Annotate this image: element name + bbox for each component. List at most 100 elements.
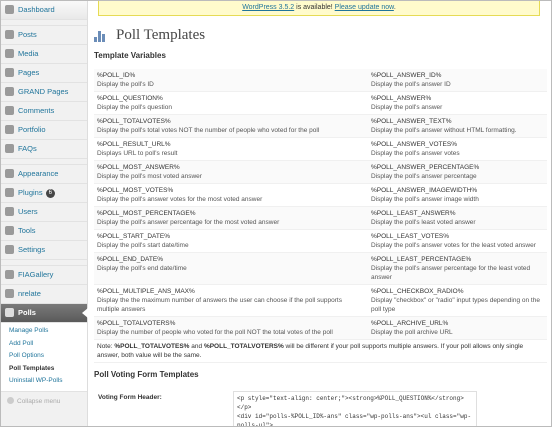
variable-cell: %POLL_LEAST_ANSWER% Display the poll's le…: [368, 206, 547, 230]
variable-description: Display the poll's start date/time: [97, 242, 189, 249]
variable-cell: %POLL_START_DATE% Display the poll's star…: [94, 229, 368, 253]
admin-sidebar: Dashboard Posts Media Pages GRAND Pages …: [1, 1, 88, 426]
variable-cell: %POLL_LEAST_PERCENTAGE% Display the poll'…: [368, 252, 547, 285]
dashboard-icon: [5, 5, 14, 14]
submenu-manage-polls[interactable]: Manage Polls: [1, 325, 87, 338]
table-row: %POLL_TOTALVOTERS% Display the number of …: [94, 316, 547, 340]
submenu-uninstall-wp-polls[interactable]: Uninstall WP-Polls: [1, 375, 87, 388]
variable-name: %POLL_MOST_ANSWER%: [97, 164, 180, 171]
sidebar-item-label: Comments: [18, 106, 55, 115]
sidebar-item-label: Tools: [18, 226, 36, 235]
variable-cell: %POLL_ANSWER_PERCENTAGE% Display the poll…: [368, 160, 547, 184]
variable-name: %POLL_ANSWER_IMAGEWIDTH%: [371, 187, 478, 194]
tools-icon: [5, 226, 14, 235]
table-row: %POLL_MOST_ANSWER% Display the poll's mos…: [94, 160, 547, 184]
voting-form-header-textarea[interactable]: <p style="text-align: center;"><strong>%…: [233, 391, 477, 426]
variable-description: Display the poll's end date/time: [97, 265, 187, 272]
variable-name: %POLL_TOTALVOTES%: [97, 118, 171, 125]
sidebar-item-grand-pages[interactable]: GRAND Pages: [1, 83, 87, 102]
template-variables-table: %POLL_ID% Display the poll's ID %POLL_ANSW…: [94, 69, 547, 363]
table-row: %POLL_TOTALVOTES% Display the poll's tota…: [94, 114, 547, 138]
update-now-link[interactable]: Please update now: [335, 4, 394, 11]
variable-cell: %POLL_LEAST_VOTES% Display the poll's ans…: [368, 229, 547, 253]
note-variable: %POLL_TOTALVOTES%: [114, 343, 190, 350]
variable-name: %POLL_END_DATE%: [97, 256, 163, 263]
sidebar-item-label: Posts: [18, 30, 37, 39]
sidebar-item-nrelate[interactable]: nrelate: [1, 285, 87, 304]
portfolio-icon: [5, 125, 14, 134]
page-title-text: Poll Templates: [116, 27, 206, 43]
sidebar-item-users[interactable]: Users: [1, 203, 87, 222]
sidebar-item-posts[interactable]: Posts: [1, 26, 87, 45]
variable-name: %POLL_ANSWER%: [371, 95, 432, 102]
collapse-menu-button[interactable]: Collapse menu: [1, 395, 87, 409]
variable-name: %POLL_ANSWER_VOTES%: [371, 141, 457, 148]
fiagallery-icon: [5, 270, 14, 279]
submenu-poll-options[interactable]: Poll Options: [1, 350, 87, 363]
note-variable: %POLL_TOTALVOTERS%: [203, 343, 284, 350]
submenu-add-poll[interactable]: Add Poll: [1, 338, 87, 351]
section-heading-voting-form: Poll Voting Form Templates: [94, 370, 199, 379]
wordpress-version-link[interactable]: WordPress 3.5.2: [242, 4, 294, 11]
update-count-badge: 6: [45, 188, 55, 198]
variable-cell: %POLL_ANSWER_VOTES% Display the poll's an…: [368, 137, 547, 161]
variable-cell: %POLL_ARCHIVE_URL% Display the poll archi…: [368, 316, 547, 340]
variable-description: Display "checkbox" or "radio" input type…: [371, 297, 540, 313]
variable-description: Display the poll's ID: [97, 81, 154, 88]
variable-name: %POLL_LEAST_PERCENTAGE%: [371, 256, 472, 263]
poll-chart-icon: [94, 30, 108, 42]
posts-icon: [5, 30, 14, 39]
sidebar-item-dashboard[interactable]: Dashboard: [1, 1, 87, 20]
sidebar-item-label: Portfolio: [18, 125, 46, 134]
sidebar-item-appearance[interactable]: Appearance: [1, 165, 87, 184]
appearance-icon: [5, 169, 14, 178]
variable-description: Displays URL to poll's result: [97, 150, 178, 157]
variables-note: Note: %POLL_TOTALVOTES% and %POLL_TOTALV…: [94, 339, 547, 363]
sidebar-item-comments[interactable]: Comments: [1, 102, 87, 121]
variable-description: Display the poll's answer votes: [371, 150, 460, 157]
sidebar-item-media[interactable]: Media: [1, 45, 87, 64]
sidebar-item-portfolio[interactable]: Portfolio: [1, 121, 87, 140]
sidebar-item-label: Plugins: [18, 188, 43, 197]
plugins-icon: [5, 188, 14, 197]
variable-cell: %POLL_ANSWER_ID% Display the poll's answe…: [368, 69, 547, 92]
comments-icon: [5, 106, 14, 115]
sidebar-item-label: Polls: [18, 308, 36, 317]
variable-description: Display the poll's answer image width: [371, 196, 479, 203]
variable-name: %POLL_LEAST_ANSWER%: [371, 210, 456, 217]
sidebar-item-label: Dashboard: [18, 5, 55, 14]
sidebar-item-tools[interactable]: Tools: [1, 222, 87, 241]
variable-cell: %POLL_TOTALVOTERS% Display the number of …: [94, 316, 368, 340]
sidebar-item-label: Media: [18, 49, 39, 58]
variable-cell: %POLL_QUESTION% Display the poll's questi…: [94, 91, 368, 115]
variable-description: Display the poll's answer votes for the …: [97, 196, 263, 203]
variable-cell: %POLL_ANSWER_TEXT% Display the poll's ans…: [368, 114, 547, 138]
variable-name: %POLL_ARCHIVE_URL%: [371, 320, 449, 327]
collapse-menu-label: Collapse menu: [17, 397, 61, 405]
faqs-icon: [5, 144, 14, 153]
sidebar-item-pages[interactable]: Pages: [1, 64, 87, 83]
section-heading-template-variables: Template Variables: [94, 51, 166, 60]
sidebar-item-label: Settings: [18, 245, 46, 254]
sidebar-item-plugins[interactable]: Plugins 6: [1, 184, 87, 203]
sidebar-item-fiagallery[interactable]: FIAGallery: [1, 266, 87, 285]
variable-name: %POLL_ANSWER_TEXT%: [371, 118, 452, 125]
sidebar-item-label: GRAND Pages: [18, 87, 69, 96]
variable-description: Display the poll's answer: [371, 104, 443, 111]
sidebar-item-faqs[interactable]: FAQs: [1, 140, 87, 159]
sidebar-item-label: FAQs: [18, 144, 37, 153]
variable-name: %POLL_ID%: [97, 72, 136, 79]
update-notice: WordPress 3.5.2 is available! Please upd…: [98, 1, 540, 16]
table-row: %POLL_MOST_PERCENTAGE% Display the poll's…: [94, 206, 547, 230]
notice-text: is available!: [294, 4, 335, 11]
submenu-poll-templates[interactable]: Poll Templates: [1, 363, 87, 376]
variable-description: Display the poll's answer without HTML f…: [371, 127, 517, 134]
sidebar-item-polls[interactable]: Polls: [1, 304, 88, 323]
variable-cell: %POLL_ID% Display the poll's ID: [94, 69, 368, 92]
sidebar-item-label: Users: [18, 207, 38, 216]
variable-name: %POLL_MOST_VOTES%: [97, 187, 174, 194]
sidebar-item-settings[interactable]: Settings: [1, 241, 87, 260]
table-row: %POLL_ID% Display the poll's ID %POLL_ANSW…: [94, 69, 547, 92]
variable-description: Display the poll's total votes NOT the n…: [97, 127, 320, 134]
table-row: %POLL_RESULT_URL% Displays URL to poll's …: [94, 137, 547, 161]
